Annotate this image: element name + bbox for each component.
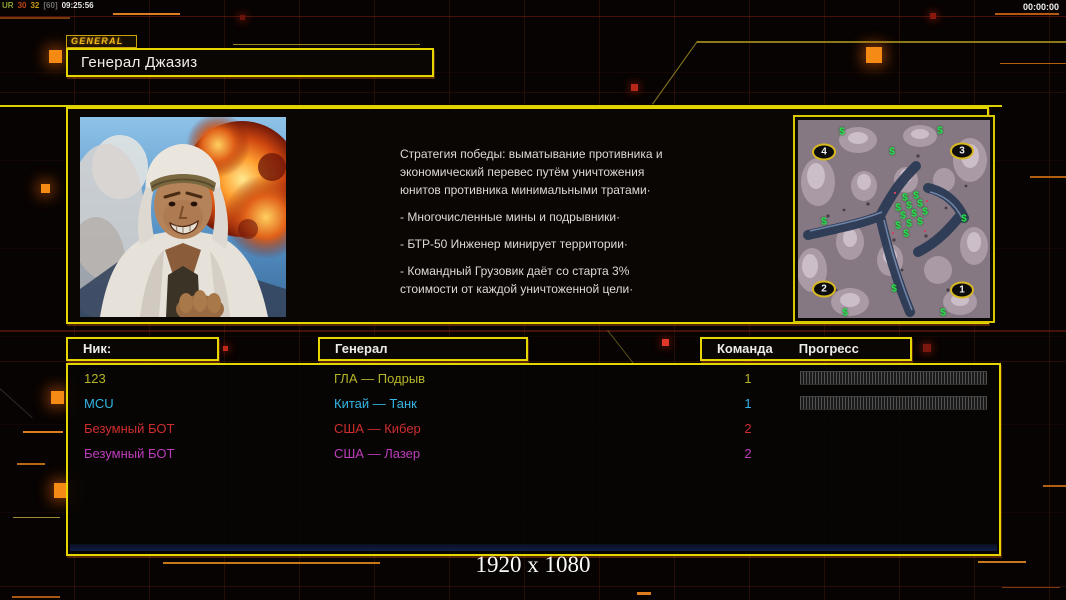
briefing-panel: Стратегия победы: выматывание противника… bbox=[66, 107, 989, 324]
player-row: Безумный БОТ США — Кибер 2 bbox=[68, 417, 999, 442]
player-nick: Безумный БОТ bbox=[84, 421, 174, 436]
column-header-nick: Ник: bbox=[66, 337, 219, 361]
money-spot-icon: $ bbox=[891, 284, 897, 295]
decor-line bbox=[0, 361, 1066, 362]
decor-line bbox=[0, 330, 1066, 332]
minimap: $$$$$$$$$$$$$$$$$$$$4321 bbox=[798, 120, 990, 318]
page-title: Генерал Джазиз bbox=[66, 48, 434, 77]
decor-square bbox=[49, 50, 62, 63]
decor-line bbox=[697, 41, 1066, 43]
portrait-art bbox=[80, 117, 286, 317]
player-row: Безумный БОТ США — Лазер 2 bbox=[68, 442, 999, 467]
progress-bar bbox=[800, 371, 987, 385]
fps-stat: UR bbox=[2, 1, 14, 10]
player-rows: 123 ГЛА — Подрыв 1 MCU Китай — Танк 1 Безумный… bbox=[68, 367, 999, 467]
decor-line bbox=[1002, 587, 1060, 588]
money-spot-icon: $ bbox=[821, 217, 827, 228]
player-team: 2 bbox=[726, 421, 770, 436]
fps-stat: 32 bbox=[30, 1, 39, 10]
column-header-team-progress: Команда Прогресс bbox=[700, 337, 912, 361]
briefing-paragraph: Стратегия победы: выматывание противника… bbox=[400, 145, 722, 199]
decor-line bbox=[995, 13, 1059, 15]
match-timer: 00:00:00 bbox=[1023, 2, 1059, 12]
money-spot-icon: $ bbox=[917, 217, 923, 228]
money-spot-icon: $ bbox=[903, 229, 909, 240]
decor-square bbox=[41, 184, 50, 193]
decor-line bbox=[12, 596, 60, 598]
column-header-progress: Прогресс bbox=[799, 341, 859, 356]
players-table: 123 ГЛА — Подрыв 1 MCU Китай — Танк 1 Безумный… bbox=[66, 363, 1001, 556]
decor-line bbox=[13, 517, 60, 518]
player-general: США — Лазер bbox=[334, 446, 420, 461]
general-tag: GENERAL bbox=[66, 35, 137, 48]
loading-screen: { "overlay": { "stats": [ {"text": "UR",… bbox=[0, 0, 1066, 600]
briefing-text: Стратегия победы: выматывание противника… bbox=[400, 145, 722, 307]
briefing-paragraph: - БТР-50 Инженер минирует территории· bbox=[400, 235, 722, 253]
player-nick: Безумный БОТ bbox=[84, 446, 174, 461]
decor-red-square bbox=[923, 344, 931, 352]
fps-overlay: UR 3032 [60] 09:25:56 bbox=[2, 1, 98, 10]
column-header-general: Генерал bbox=[318, 337, 528, 361]
general-portrait bbox=[80, 117, 286, 317]
briefing-paragraph: - Командный Грузовик даёт со старта 3%ст… bbox=[400, 262, 722, 298]
money-spot-icon: $ bbox=[842, 308, 848, 319]
start-position-4: 4 bbox=[812, 144, 836, 161]
player-general: США — Кибер bbox=[334, 421, 421, 436]
fps-stat: [60] bbox=[43, 1, 57, 10]
decor-line bbox=[0, 17, 70, 19]
fps-stat: 30 bbox=[18, 1, 27, 10]
decor-red-square bbox=[240, 15, 245, 20]
column-header-team: Команда bbox=[717, 341, 773, 356]
decor-line bbox=[1000, 63, 1066, 64]
start-position-1: 1 bbox=[950, 282, 974, 299]
money-spot-icon: $ bbox=[839, 127, 845, 138]
progress-bar bbox=[800, 396, 987, 410]
decor-navy-band bbox=[70, 544, 997, 551]
money-spot-icon: $ bbox=[937, 126, 943, 137]
briefing-paragraph: - Многочисленные мины и подрывники· bbox=[400, 208, 722, 226]
money-spot-icon: $ bbox=[889, 147, 895, 158]
decor-square bbox=[51, 391, 64, 404]
decor-line bbox=[637, 592, 651, 595]
decor-line bbox=[0, 586, 1066, 587]
money-spot-icon: $ bbox=[940, 308, 946, 319]
minimap-frame: $$$$$$$$$$$$$$$$$$$$4321 bbox=[793, 115, 995, 323]
player-team: 1 bbox=[726, 371, 770, 386]
player-general: ГЛА — Подрыв bbox=[334, 371, 425, 386]
decor-square bbox=[866, 47, 882, 63]
resolution-label: 1920 x 1080 bbox=[0, 552, 1066, 578]
decor-line bbox=[1030, 176, 1066, 178]
player-nick: MCU bbox=[84, 396, 114, 411]
fps-stat: 09:25:56 bbox=[62, 1, 94, 10]
player-row: MCU Китай — Танк 1 bbox=[68, 392, 999, 417]
player-general: Китай — Танк bbox=[334, 396, 417, 411]
start-position-2: 2 bbox=[812, 281, 836, 298]
decor-red-square bbox=[930, 13, 936, 19]
money-spot-icon: $ bbox=[961, 214, 967, 225]
money-spot-icon: $ bbox=[895, 221, 901, 232]
player-nick: 123 bbox=[84, 371, 106, 386]
decor-red-square bbox=[662, 339, 669, 346]
player-team: 1 bbox=[726, 396, 770, 411]
player-row: 123 ГЛА — Подрыв 1 bbox=[68, 367, 999, 392]
decor-line bbox=[113, 13, 180, 15]
start-position-3: 3 bbox=[950, 143, 974, 160]
decor-line bbox=[1043, 485, 1066, 487]
decor-red-square bbox=[223, 346, 228, 351]
decor-line bbox=[233, 44, 420, 45]
decor-line bbox=[23, 431, 63, 433]
decor-red-square bbox=[631, 84, 638, 91]
player-team: 2 bbox=[726, 446, 770, 461]
decor-line bbox=[0, 16, 1066, 17]
decor-line bbox=[0, 92, 1066, 93]
decor-line bbox=[17, 463, 45, 465]
